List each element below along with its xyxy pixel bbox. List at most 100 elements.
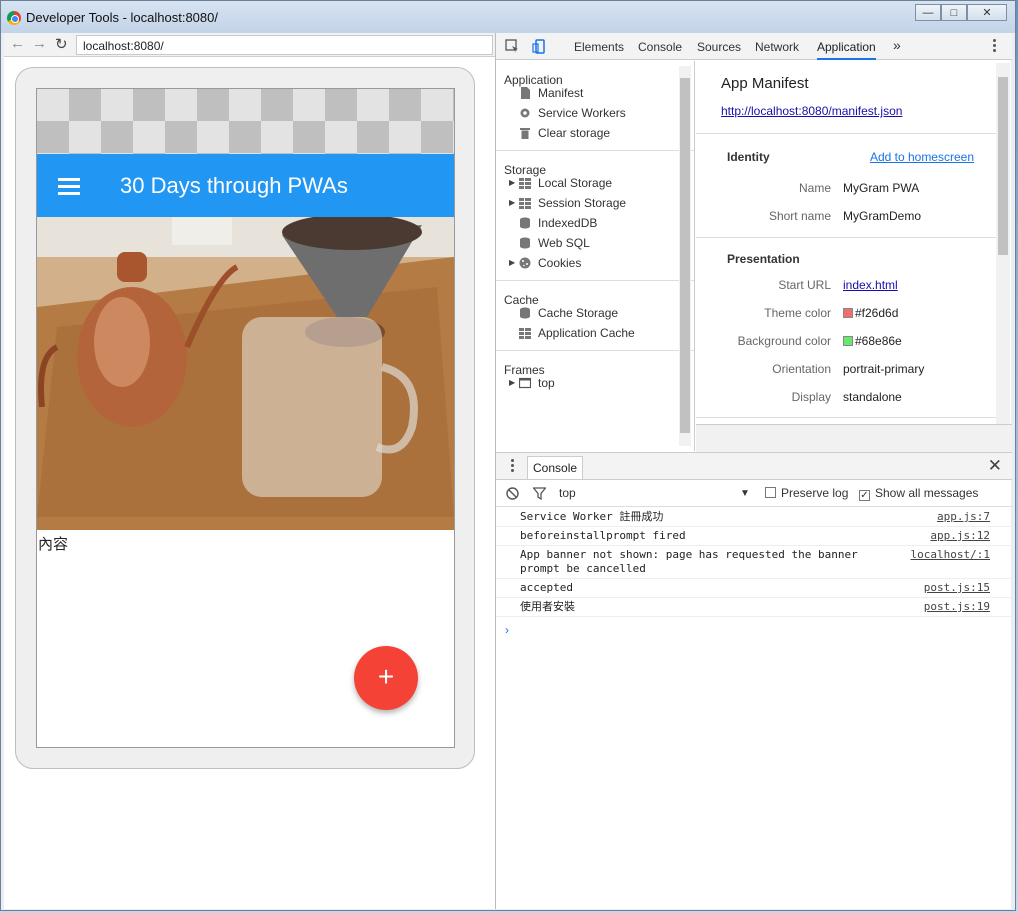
expand-arrow-icon[interactable]: ▶ xyxy=(509,173,515,193)
preserve-log-checkbox[interactable]: Preserve log xyxy=(765,486,848,500)
background-color-text: #68e86e xyxy=(855,334,902,348)
tab-console[interactable]: Console xyxy=(638,40,682,54)
sidebar-item-cookies[interactable]: ▶ Cookies xyxy=(496,253,694,273)
trash-icon xyxy=(520,128,530,139)
database-icon xyxy=(520,217,530,229)
console-prompt-icon[interactable]: › xyxy=(505,623,509,637)
checkbox-icon xyxy=(765,487,776,498)
context-dropdown-icon[interactable]: ▼ xyxy=(740,488,750,499)
sidebar-item-label: Application Cache xyxy=(538,326,635,340)
add-to-homescreen-link[interactable]: Add to homescreen xyxy=(870,150,974,164)
expand-arrow-icon[interactable]: ▶ xyxy=(509,373,515,393)
message-text: App banner not shown: page has requested… xyxy=(520,548,858,575)
sidebar-item-label: Cache Storage xyxy=(538,306,619,320)
short-name-label: Short name xyxy=(768,209,831,223)
sidebar-item-indexeddb[interactable]: IndexedDB xyxy=(496,213,694,233)
presentation-heading: Presentation xyxy=(727,252,800,266)
drawer-header: Console ✕ xyxy=(496,452,1012,480)
message-source-link[interactable]: post.js:19 xyxy=(924,600,990,614)
name-label: Name xyxy=(798,181,831,195)
clear-console-icon[interactable] xyxy=(506,487,519,500)
sidebar-item-manifest[interactable]: Manifest xyxy=(496,83,694,103)
url-input[interactable]: localhost:8080/ xyxy=(76,35,493,55)
tab-sources[interactable]: Sources xyxy=(697,40,741,54)
name-value: MyGram PWA xyxy=(843,181,920,195)
message-text: Service Worker 註冊成功 xyxy=(520,510,664,523)
sidebar-item-cache-storage[interactable]: Cache Storage xyxy=(496,303,694,323)
expand-arrow-icon[interactable]: ▶ xyxy=(509,193,515,213)
device-screen: 30 Days through PWAs 內容 + xyxy=(36,88,455,748)
sidebar-heading-frames: Frames xyxy=(504,363,545,377)
sidebar-heading-application: Application xyxy=(504,73,563,87)
reload-icon[interactable]: ↻ xyxy=(55,35,68,53)
message-source-link[interactable]: post.js:15 xyxy=(924,581,990,595)
document-icon xyxy=(521,87,530,99)
theme-color-label: Theme color xyxy=(764,306,831,320)
theme-color-text: #f26d6d xyxy=(855,306,899,320)
console-messages: Service Worker 註冊成功 app.js:7 beforeinsta… xyxy=(496,508,1012,617)
maximize-button[interactable]: □ xyxy=(941,4,967,21)
short-name-value: MyGramDemo xyxy=(843,209,922,223)
sidebar-item-clear-storage[interactable]: Clear storage xyxy=(496,123,694,143)
app-header: 30 Days through PWAs xyxy=(37,154,454,217)
manifest-url-link[interactable]: http://localhost:8080/manifest.json xyxy=(721,104,902,118)
start-url-link[interactable]: index.html xyxy=(843,278,898,292)
manifest-scrollbar[interactable] xyxy=(996,63,1010,425)
show-all-messages-label: Show all messages xyxy=(875,486,979,500)
sidebar-item-label: Web SQL xyxy=(538,236,590,250)
context-selector[interactable]: top xyxy=(559,486,576,500)
background-color-label: Background color xyxy=(737,334,831,348)
sidebar-item-web-sql[interactable]: Web SQL xyxy=(496,233,694,253)
preserve-log-label: Preserve log xyxy=(781,486,849,500)
message-source-link[interactable]: app.js:7 xyxy=(937,510,990,524)
title-bar: Developer Tools - localhost:8080/ — □ ✕ xyxy=(1,1,1015,33)
background-color-value: #68e86e xyxy=(843,334,902,348)
message-source-link[interactable]: app.js:12 xyxy=(930,529,990,543)
add-post-button[interactable]: + xyxy=(354,646,418,710)
forward-icon[interactable]: → xyxy=(32,35,47,52)
devtools-menu-icon[interactable] xyxy=(993,39,996,54)
sidebar-item-local-storage[interactable]: ▶ Local Storage xyxy=(496,173,694,193)
inspect-element-icon[interactable] xyxy=(505,39,520,54)
sidebar-item-label: Manifest xyxy=(538,86,584,100)
tab-application[interactable]: Application xyxy=(817,40,876,60)
console-message: App banner not shown: page has requested… xyxy=(496,546,1012,579)
grid-icon xyxy=(519,198,531,209)
message-text: 使用者安裝 xyxy=(520,600,575,613)
minimize-button[interactable]: — xyxy=(915,4,941,21)
expand-arrow-icon[interactable]: ▶ xyxy=(509,253,515,273)
grid-icon xyxy=(519,328,531,339)
tab-elements[interactable]: Elements xyxy=(574,40,624,54)
browser-viewport: ← → ↻ localhost:8080/ 30 Days through PW… xyxy=(4,33,495,909)
sidebar-scrollbar[interactable] xyxy=(679,66,691,446)
orientation-value: portrait-primary xyxy=(843,362,925,376)
drawer-close-icon[interactable]: ✕ xyxy=(988,456,1002,476)
back-icon[interactable]: ← xyxy=(10,35,25,52)
sidebar-item-application-cache[interactable]: Application Cache xyxy=(496,323,694,343)
window-controls: — □ ✕ xyxy=(915,4,1007,21)
manifest-footer xyxy=(696,424,1012,452)
theme-color-value: #f26d6d xyxy=(843,306,898,320)
sidebar-item-service-workers[interactable]: Service Workers xyxy=(496,103,694,123)
database-icon xyxy=(520,237,530,249)
message-source-link[interactable]: localhost/:1 xyxy=(911,548,990,562)
display-label: Display xyxy=(791,390,831,404)
manifest-panel: App Manifest http://localhost:8080/manif… xyxy=(696,61,996,424)
sidebar-item-frame-top[interactable]: ▶ top xyxy=(496,373,694,393)
sidebar-item-label: Service Workers xyxy=(538,106,626,120)
drawer-menu-icon[interactable] xyxy=(511,459,514,474)
tab-network[interactable]: Network xyxy=(755,40,799,54)
gear-icon xyxy=(520,108,530,118)
filter-icon[interactable] xyxy=(533,487,546,500)
menu-icon[interactable] xyxy=(58,178,80,195)
sidebar-item-session-storage[interactable]: ▶ Session Storage xyxy=(496,193,694,213)
more-tabs-icon[interactable]: » xyxy=(893,37,901,53)
coffee-photo-illustration xyxy=(37,217,454,530)
show-all-messages-checkbox[interactable]: ✓ Show all messages xyxy=(859,486,978,501)
device-toolbar-icon[interactable] xyxy=(532,39,547,54)
orientation-label: Orientation xyxy=(772,362,831,376)
devtools-panel: Elements Console Sources Network Applica… xyxy=(495,33,1012,909)
drawer-tab-console[interactable]: Console xyxy=(527,456,584,479)
sidebar-item-label: Local Storage xyxy=(538,176,613,190)
close-button[interactable]: ✕ xyxy=(967,4,1007,21)
